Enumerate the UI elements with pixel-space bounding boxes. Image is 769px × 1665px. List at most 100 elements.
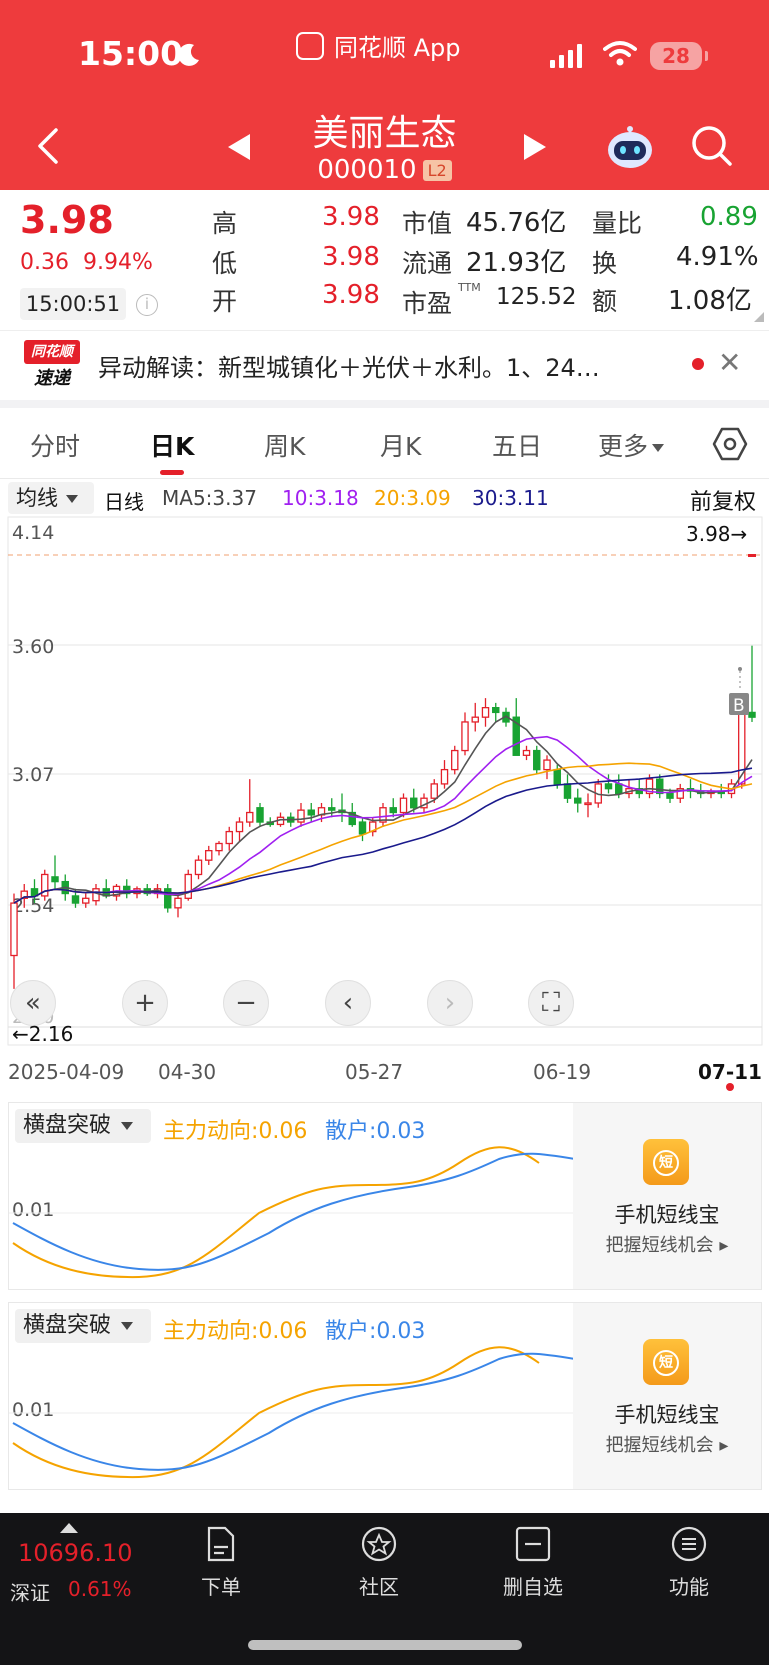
chevron-left-icon[interactable]: ‹ xyxy=(325,980,371,1026)
candle xyxy=(235,821,244,833)
candle xyxy=(656,778,664,795)
high-value: 3.98 xyxy=(322,202,380,232)
promo-card[interactable]: 短 手机短线宝 把握短线机会 ▸ xyxy=(573,1303,761,1489)
promo-subtitle: 把握短线机会 ▸ xyxy=(605,1435,729,1456)
candle xyxy=(666,792,674,799)
chevron-right-icon[interactable]: › xyxy=(427,980,473,1026)
date-label-start: 2025-04-09 xyxy=(8,1060,125,1084)
candle xyxy=(328,807,336,811)
menu-circle-icon xyxy=(671,1526,707,1562)
candle xyxy=(410,797,418,809)
nav-community[interactable]: 社区 xyxy=(334,1525,424,1600)
candle xyxy=(584,802,592,806)
zoom-in-icon[interactable]: + xyxy=(122,980,168,1026)
nav-community-label: 社区 xyxy=(359,1575,399,1599)
change-value: 0.36 xyxy=(20,250,69,275)
assistant-robot-icon[interactable] xyxy=(606,124,654,172)
document-icon xyxy=(207,1526,235,1562)
tab-weekly-k[interactable]: 周K xyxy=(264,427,305,463)
tab-monthly-k[interactable]: 月K xyxy=(380,427,421,463)
promo-icon: 短 xyxy=(643,1339,689,1385)
close-icon[interactable]: ✕ xyxy=(718,346,741,379)
ma20-value: 20:3.09 xyxy=(374,486,451,510)
next-stock-button[interactable] xyxy=(524,134,546,160)
candle xyxy=(553,768,561,785)
pe-value: 125.52 xyxy=(496,284,577,310)
indicator-panel-1[interactable]: 横盘突破 主力动向:0.06 散户:0.03 0.01 短 手机短线宝 把握短线… xyxy=(8,1102,762,1290)
promo-icon-glyph: 短 xyxy=(653,1150,679,1176)
candle xyxy=(574,797,582,804)
tab-five-day[interactable]: 五日 xyxy=(492,427,542,463)
candle xyxy=(246,811,254,823)
ma-selector[interactable]: 均线 xyxy=(8,482,94,514)
candle xyxy=(205,849,213,861)
promo-title: 手机短线宝 xyxy=(614,1403,720,1427)
index-change-pct: 0.61% xyxy=(68,1577,132,1601)
signal-icon xyxy=(550,44,582,68)
promo-card[interactable]: 短 手机短线宝 把握短线机会 ▸ xyxy=(573,1103,761,1289)
nav-functions[interactable]: 功能 xyxy=(644,1525,734,1600)
top-header: 15:00 同花顺 App 28 美丽生态 000010 L2 xyxy=(0,0,769,190)
current-price: 3.98 xyxy=(20,198,114,242)
mktcap-label: 市值 xyxy=(402,209,453,238)
retail-line xyxy=(12,1352,575,1471)
index-value[interactable]: 10696.10 xyxy=(18,1539,133,1567)
candle xyxy=(481,707,490,718)
rewind-icon[interactable]: « xyxy=(10,980,56,1026)
candle xyxy=(358,821,367,835)
app-indicator[interactable]: 同花顺 App xyxy=(296,28,461,63)
promo-subtitle: 把握短线机会 ▸ xyxy=(605,1235,729,1256)
candle xyxy=(389,807,397,814)
candle xyxy=(184,873,192,899)
search-icon[interactable] xyxy=(690,124,734,168)
pe-label: 市盈 xyxy=(402,289,453,318)
indicator-panel-2[interactable]: 横盘突破 主力动向:0.06 散户:0.03 0.01 短 手机短线宝 把握短线… xyxy=(8,1302,762,1490)
tab-daily-k[interactable]: 日K xyxy=(150,427,194,463)
candle xyxy=(522,749,531,756)
candle xyxy=(297,809,305,823)
fullscreen-icon[interactable]: ⛶ xyxy=(528,980,574,1026)
nav-order-label: 下单 xyxy=(201,1575,241,1599)
candlestick-chart[interactable]: 4.14 3.60 3.07 2.54 2.00 3.98→ B xyxy=(0,515,769,1050)
pe-ttm-sup: TTM xyxy=(458,281,481,294)
nav-order[interactable]: 下单 xyxy=(176,1525,266,1600)
candle xyxy=(563,783,572,799)
index-name[interactable]: 深证 xyxy=(10,1577,50,1606)
date-label-2: 04-30 xyxy=(158,1060,217,1084)
unread-dot xyxy=(692,358,704,370)
tab-intraday[interactable]: 分时 xyxy=(30,427,80,463)
change-percent: 9.94% xyxy=(82,250,153,275)
tab-more[interactable]: 更多 xyxy=(598,427,665,463)
tabs-divider xyxy=(0,478,769,479)
candle xyxy=(82,897,90,904)
info-icon[interactable]: i xyxy=(136,294,158,316)
candle xyxy=(164,888,172,909)
expand-corner-icon[interactable] xyxy=(754,312,764,322)
candle xyxy=(307,809,315,816)
candle xyxy=(533,749,541,771)
wifi-icon xyxy=(603,41,637,66)
settings-icon[interactable] xyxy=(712,426,748,462)
candle xyxy=(194,859,203,876)
main-force-line xyxy=(12,1346,540,1479)
candle xyxy=(738,711,746,785)
candle xyxy=(399,797,408,814)
section-divider xyxy=(0,400,769,408)
news-headline[interactable]: 异动解读：新型城镇化＋光伏＋水利。1、24… xyxy=(98,348,658,383)
main-force-line xyxy=(12,1146,540,1279)
open-value: 3.98 xyxy=(322,280,380,310)
promo-icon-glyph: 短 xyxy=(653,1350,679,1376)
app-icon xyxy=(296,31,324,60)
candle xyxy=(615,783,623,795)
community-star-icon xyxy=(361,1526,397,1562)
adjust-mode[interactable]: 前复权 xyxy=(690,484,756,516)
zoom-out-icon[interactable]: − xyxy=(223,980,269,1026)
vol-ratio-value: 0.89 xyxy=(700,202,758,232)
turnover-label: 换 xyxy=(592,249,618,278)
turnover-value: 4.91% xyxy=(676,242,759,272)
home-indicator[interactable] xyxy=(248,1640,522,1650)
min-price-marker: ←2.16 xyxy=(12,1022,74,1046)
news-logo-top: 同花顺 xyxy=(24,340,80,364)
index-up-arrow-icon xyxy=(60,1523,78,1533)
nav-remove-watchlist[interactable]: 删自选 xyxy=(488,1525,578,1600)
